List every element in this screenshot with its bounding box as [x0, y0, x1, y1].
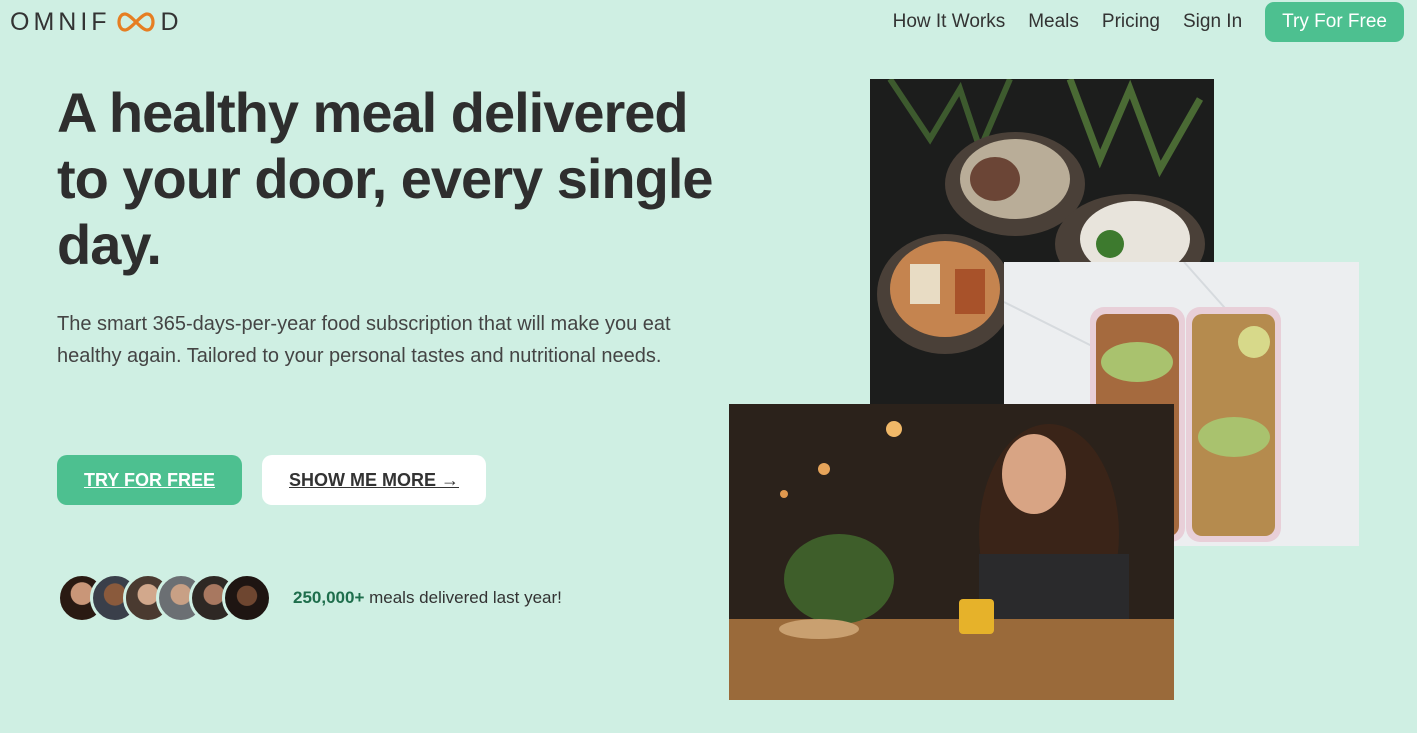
infinity-logo-icon: [116, 12, 155, 32]
logo-text-right: D: [160, 7, 183, 36]
meals-delivered-count: 250,000+: [293, 588, 365, 607]
hero-description: The smart 365-days-per-year food subscri…: [57, 313, 671, 367]
woman-eating-image: [729, 404, 1174, 700]
avatar: [222, 573, 272, 623]
logo[interactable]: OMNIF D: [10, 8, 183, 36]
try-for-free-button[interactable]: TRY FOR FREE: [57, 455, 242, 505]
nav-pricing[interactable]: Pricing: [1102, 11, 1160, 33]
nav-how-it-works[interactable]: How It Works: [893, 11, 1006, 33]
nav-try-for-free-button[interactable]: Try For Free: [1265, 2, 1404, 42]
hero-headline: A healthy meal delivered to your door, e…: [57, 81, 714, 276]
show-me-more-button[interactable]: SHOW ME MORE →: [262, 455, 486, 505]
meals-delivered-label: meals delivered last year!: [364, 588, 562, 607]
main-nav: How It Works Meals Pricing Sign In Try F…: [870, 0, 1417, 44]
nav-sign-in[interactable]: Sign In: [1183, 11, 1242, 33]
meals-delivered-text: 250,000+ meals delivered last year!: [293, 588, 562, 608]
logo-text-left: OMNIF: [10, 7, 111, 36]
nav-meals[interactable]: Meals: [1028, 11, 1079, 33]
